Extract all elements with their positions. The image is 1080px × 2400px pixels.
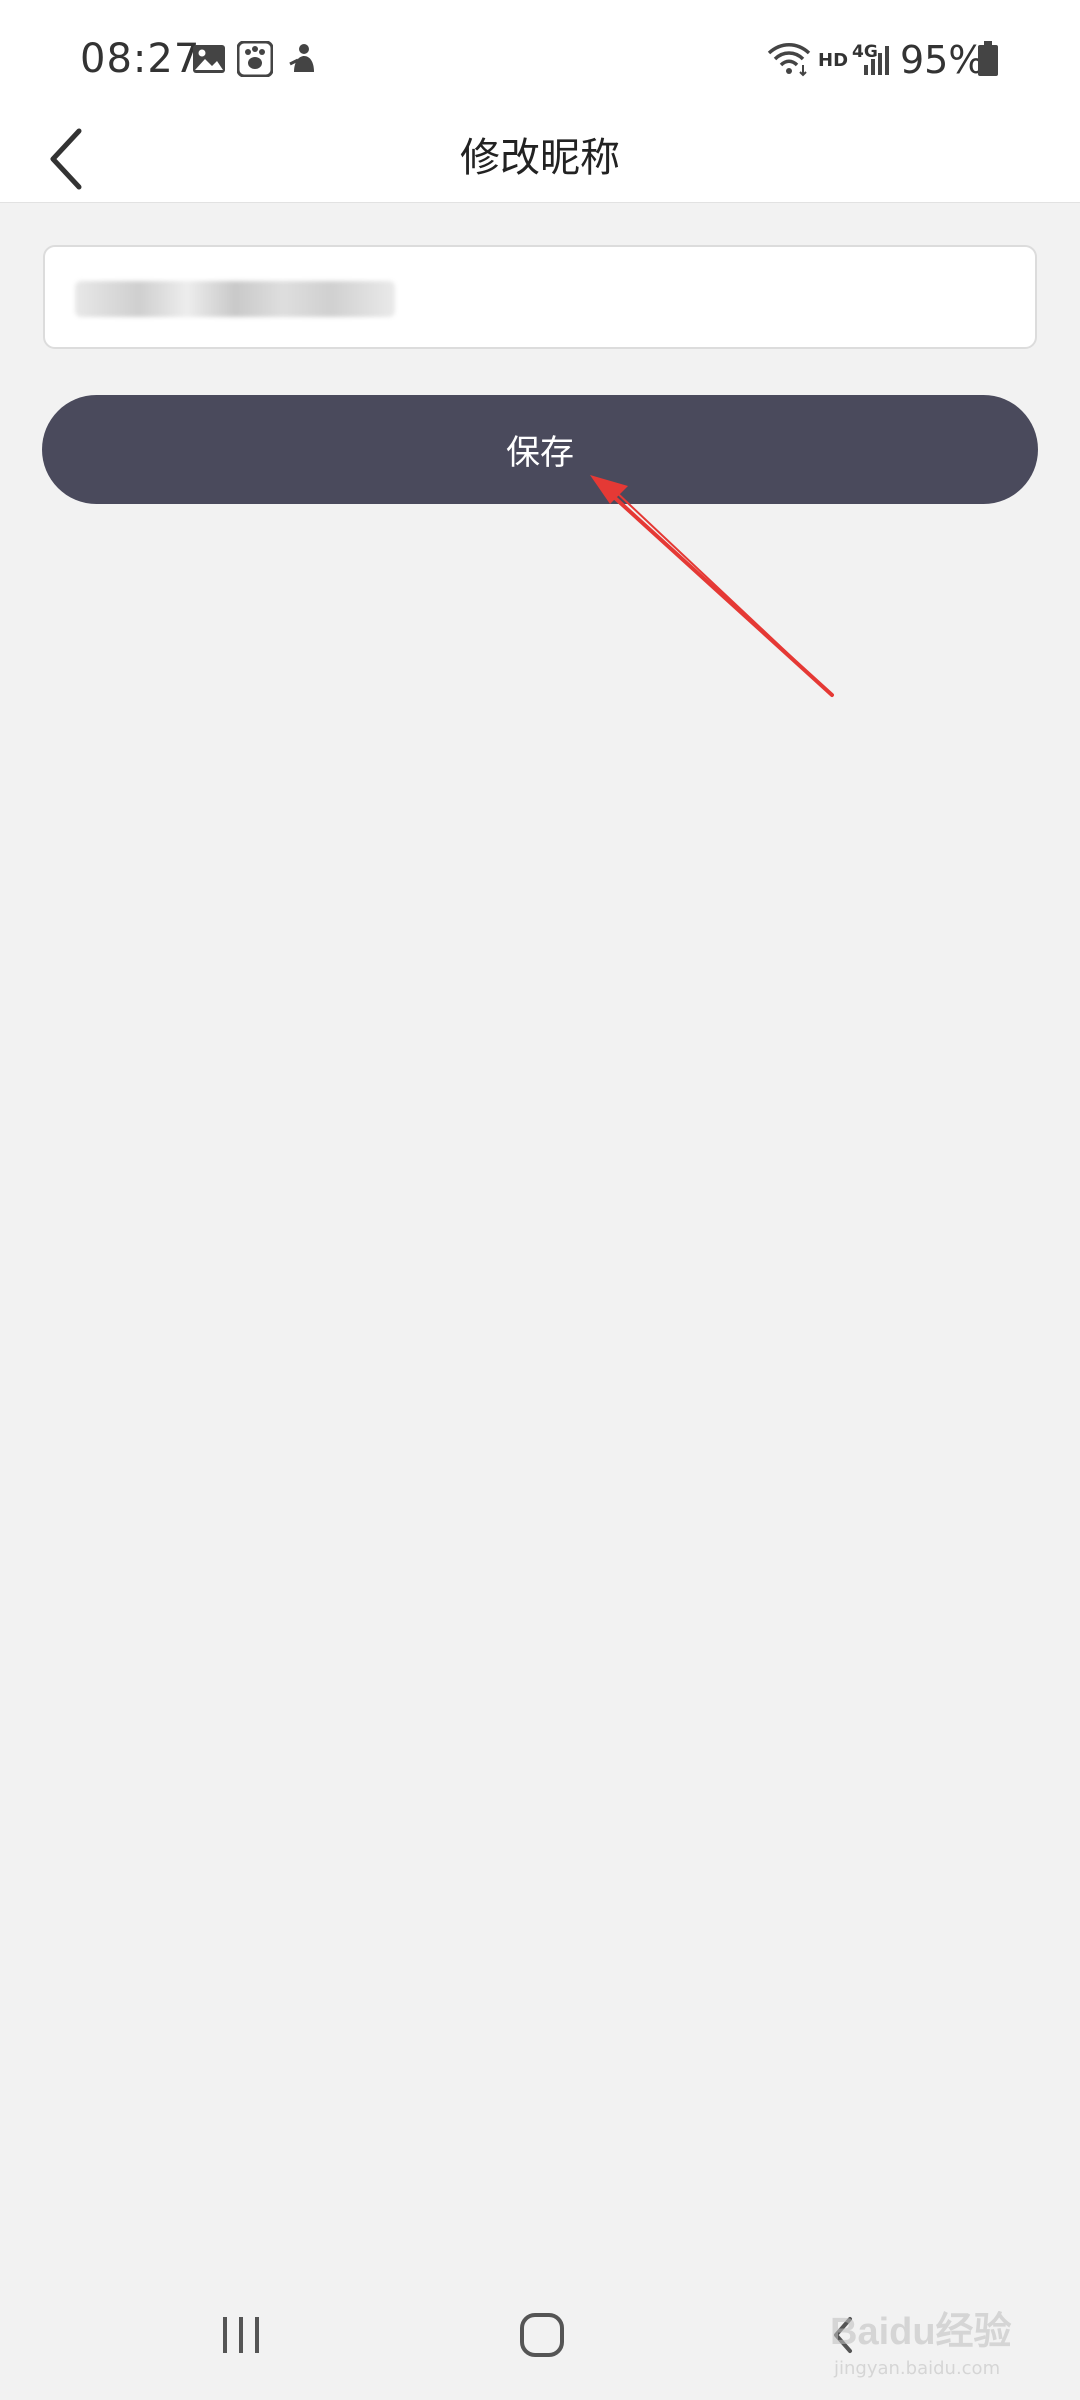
save-button[interactable]: 保存 — [42, 395, 1038, 504]
annotation-arrow-icon — [590, 475, 834, 697]
battery-icon — [976, 40, 1000, 78]
header-bar: 修改昵称 — [0, 115, 1080, 203]
app-notification-icon — [284, 40, 322, 78]
hd-label: HD — [818, 50, 849, 71]
nickname-input[interactable] — [43, 245, 1037, 349]
recents-button[interactable] — [181, 2270, 301, 2400]
image-icon — [190, 40, 228, 78]
wifi-icon — [766, 40, 812, 78]
signal-icon — [862, 40, 892, 78]
baidu-jingyan-watermark: Baidu经验 jingyan.baidu.com — [820, 2280, 1060, 2390]
battery-percent: 95% — [900, 38, 985, 82]
status-bar: 08:27 HD 4G 95% — [0, 0, 1080, 115]
status-time: 08:27 — [80, 36, 201, 82]
watermark-main-text: Baidu经验 — [830, 2311, 1012, 2353]
home-button[interactable] — [482, 2270, 602, 2400]
baidu-paw-icon — [236, 40, 274, 78]
watermark-sub-text: jingyan.baidu.com — [834, 2358, 1001, 2379]
recents-icon — [223, 2317, 259, 2353]
nickname-value-blurred — [75, 281, 395, 317]
page-title: 修改昵称 — [460, 135, 620, 181]
home-icon — [520, 2313, 564, 2357]
